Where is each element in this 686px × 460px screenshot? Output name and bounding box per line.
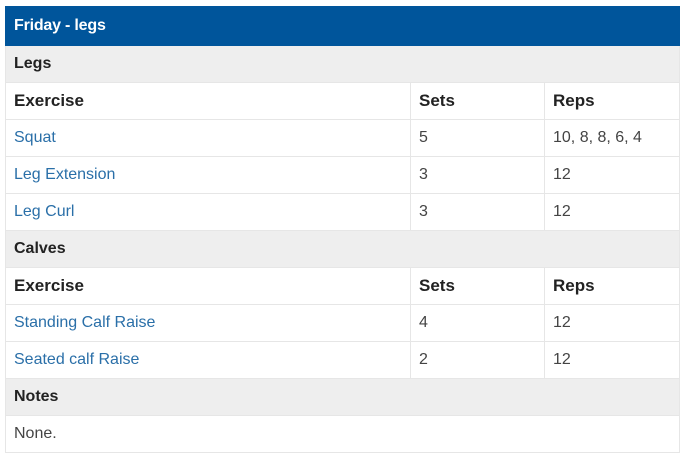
reps-cell: 12 [543,304,681,342]
workout-title: Friday - legs [4,6,681,46]
section-title: Calves [4,230,681,268]
sets-cell: 3 [410,193,545,231]
column-headers: Exercise Sets Reps [5,267,681,305]
sets-cell: 2 [410,341,545,379]
exercise-link[interactable]: Standing Calf Raise [5,304,411,342]
reps-cell: 12 [543,341,681,379]
notes-row: None. [4,415,681,453]
workout-table: Friday - legs Legs Exercise Sets Reps Sq… [4,6,681,453]
exercise-link[interactable]: Leg Extension [5,156,411,194]
table-row: Squat 5 10, 8, 8, 6, 4 [5,119,681,157]
reps-cell: 10, 8, 8, 6, 4 [543,119,681,157]
column-header-sets: Sets [410,267,545,305]
notes-text: None. [4,415,681,453]
table-row: Leg Extension 3 12 [5,156,681,194]
exercise-link[interactable]: Leg Curl [5,193,411,231]
section-header-notes: Notes [4,378,681,416]
table-row: Leg Curl 3 12 [5,193,681,231]
sets-cell: 3 [410,156,545,194]
sets-cell: 4 [410,304,545,342]
title-row: Friday - legs [4,6,681,46]
workout-panel: Friday - legs Legs Exercise Sets Reps Sq… [4,6,681,453]
table-row: Seated calf Raise 2 12 [5,341,681,379]
sets-cell: 5 [410,119,545,157]
column-header-reps: Reps [543,267,681,305]
section-header-legs: Legs [4,45,681,83]
reps-cell: 12 [543,193,681,231]
section-title: Legs [4,45,681,83]
column-header-sets: Sets [410,82,545,120]
column-header-reps: Reps [543,82,681,120]
table-row: Standing Calf Raise 4 12 [5,304,681,342]
exercise-link[interactable]: Seated calf Raise [5,341,411,379]
notes-title: Notes [4,378,681,416]
reps-cell: 12 [543,156,681,194]
column-header-exercise: Exercise [5,82,411,120]
section-header-calves: Calves [4,230,681,268]
exercise-link[interactable]: Squat [5,119,411,157]
column-header-exercise: Exercise [5,267,411,305]
column-headers: Exercise Sets Reps [5,82,681,120]
